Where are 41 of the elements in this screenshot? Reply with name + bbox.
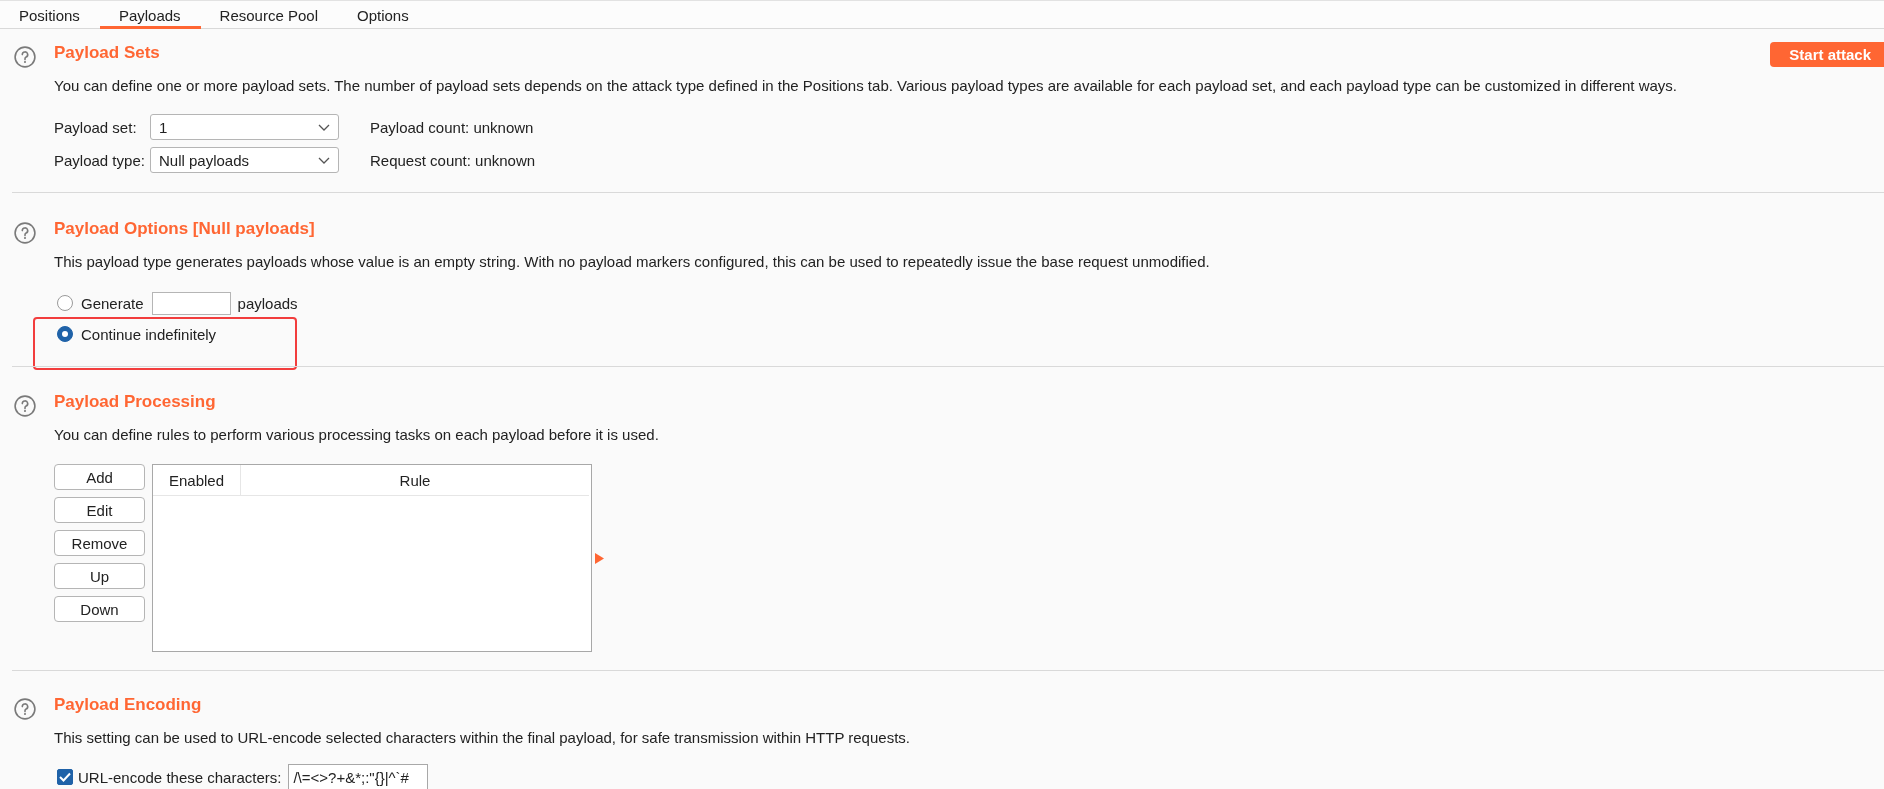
- section-description: This setting can be used to URL-encode selected characters within the final payload, for safe transmission within HTTP requests.: [54, 728, 910, 748]
- section-title: Payload Sets: [54, 42, 160, 64]
- rule-action-button[interactable]: Up: [54, 563, 145, 589]
- section-title: Payload Encoding: [54, 694, 202, 716]
- characters-field[interactable]: /\=<>?+&*;:"{}|^`#: [288, 764, 429, 789]
- section-description: This payload type generates payloads whose value is an empty string. With no payload markers configured, this can be used to repeatedly issue the base request unmodified.: [54, 252, 1210, 272]
- section-description: You can define one or more payload sets. The number of payload sets depends on the attack type defined in the Positions tab. Various payload types are available for each payload set, and each payload type can be customized in different ways.: [54, 76, 1677, 96]
- tab[interactable]: Payloads: [99, 1, 201, 29]
- dropdown[interactable]: Null payloads: [150, 147, 339, 173]
- chevron-down-icon: [318, 156, 330, 164]
- triangle-right-icon[interactable]: [595, 552, 604, 564]
- section-description: You can define rules to perform various processing tasks on each payload before it is used.: [54, 425, 659, 445]
- count-input[interactable]: [151, 291, 231, 315]
- count-info: Payload count: unknown: [370, 118, 535, 136]
- help-icon[interactable]: [14, 395, 36, 417]
- field-label: Payload set:: [54, 118, 138, 136]
- checkbox-label[interactable]: URL-encode these characters:: [78, 768, 282, 786]
- rule-action-button[interactable]: Add: [54, 464, 145, 490]
- help-icon[interactable]: [14, 46, 36, 68]
- radio-label[interactable]: Generate: [81, 294, 144, 312]
- help-icon[interactable]: [14, 222, 36, 244]
- field-label: Payload type:: [54, 151, 146, 169]
- radio-label[interactable]: Continue indefinitely: [81, 325, 217, 343]
- section-title: Payload Options [Null payloads]: [54, 218, 315, 240]
- tab[interactable]: Positions: [0, 1, 100, 29]
- chevron-down-icon: [318, 123, 330, 131]
- checkbox[interactable]: [57, 769, 73, 785]
- section-title: Payload Processing: [54, 391, 216, 413]
- rule-action-button[interactable]: Remove: [54, 530, 145, 556]
- tab[interactable]: Options: [338, 1, 429, 29]
- rule-action-button[interactable]: Down: [54, 596, 145, 622]
- rule-action-button[interactable]: Edit: [54, 497, 145, 523]
- radio-button[interactable]: [57, 295, 73, 311]
- column-header[interactable]: Enabled: [153, 465, 241, 495]
- count-info: Request count: unknown: [370, 151, 536, 169]
- column-header[interactable]: Rule: [241, 465, 589, 495]
- dropdown[interactable]: 1: [150, 114, 339, 140]
- radio-button[interactable]: [57, 326, 73, 342]
- help-icon[interactable]: [14, 698, 36, 720]
- suffix-label: payloads: [237, 294, 298, 312]
- tab[interactable]: Resource Pool: [200, 1, 338, 29]
